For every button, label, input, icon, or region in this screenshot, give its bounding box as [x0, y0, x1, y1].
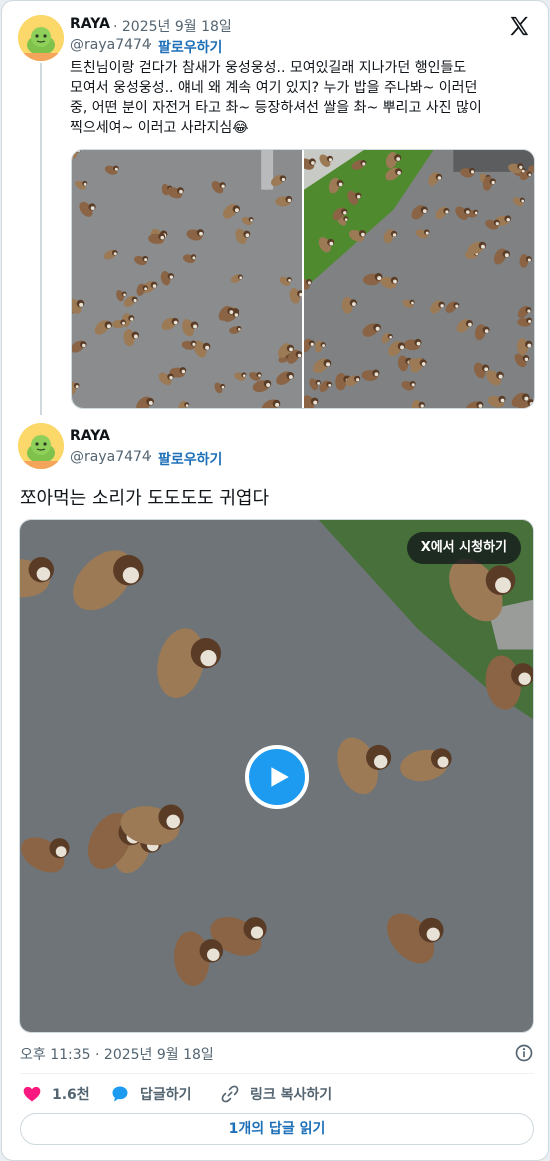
video-player[interactable]: X에서 시청하기	[19, 519, 534, 1033]
follow-button[interactable]: 팔로우하기	[158, 37, 222, 57]
tweet-text-line: 트친님이랑 걷다가 참새가 웅성웅성.. 모여있길래 지나가던 행인들도	[70, 60, 467, 76]
thread-line	[40, 63, 42, 415]
avatar[interactable]	[18, 15, 64, 61]
author-handle[interactable]: @raya7474	[70, 449, 151, 465]
avatar-image	[18, 15, 64, 61]
author-handle[interactable]: @raya7474	[70, 37, 151, 53]
copy-link-button[interactable]: 링크 복사하기	[220, 1083, 332, 1105]
separator-dot: ·	[148, 37, 153, 53]
play-icon	[271, 767, 289, 787]
sparrows-by-grass-photo	[304, 150, 534, 408]
divider	[20, 1073, 534, 1074]
like-button[interactable]: 1.6천	[22, 1083, 90, 1105]
follow-button[interactable]: 팔로우하기	[158, 449, 222, 469]
separator-dot: ·	[148, 449, 153, 465]
heart-icon	[23, 1086, 41, 1102]
avatar[interactable]	[18, 423, 64, 469]
watch-on-x-button[interactable]: X에서 시청하기	[406, 532, 521, 564]
info-icon[interactable]	[514, 1043, 534, 1063]
tweet-text-line: 모여서 웅성웅성.. 얘네 왜 계속 여기 있지? 누가 밥을 주나봐~ 이러던	[70, 80, 478, 96]
tweet-text-line: 찍으세여~ 이러고 사라지심😂	[70, 120, 249, 136]
photo-sparrows-pavement[interactable]	[72, 150, 302, 408]
copy-link-label: 링크 복사하기	[250, 1087, 333, 1103]
avatar-image	[18, 423, 64, 469]
tweet-embed-card: RAYA · 2025년 9월 18일 @raya7474 · 팔로우하기 트친…	[1, 0, 549, 1161]
photo-grid	[71, 149, 535, 409]
read-replies-button[interactable]: 1개의 답글 읽기	[20, 1113, 534, 1145]
author-name[interactable]: RAYA	[70, 428, 110, 444]
tweet-text: 쪼아먹는 소리가 도도도도 귀엽다	[20, 488, 270, 509]
tweet-text: 트친님이랑 걷다가 참새가 웅성웅성.. 모여있길래 지나가던 행인들도 모여서…	[70, 58, 540, 138]
photo-sparrows-grass[interactable]	[304, 150, 534, 408]
tweet-timestamp[interactable]: 오후 11:35 · 2025년 9월 18일	[20, 1044, 214, 1064]
like-count: 1.6천	[52, 1087, 90, 1103]
link-icon	[221, 1085, 239, 1103]
play-button[interactable]	[245, 745, 309, 809]
sparrows-on-pavement-photo	[72, 150, 302, 408]
speech-bubble-icon	[112, 1086, 128, 1102]
tweet-text-line: 중, 어떤 분이 자전거 타고 촤~ 등장하셔선 쌀을 촤~ 뿌리고 사진 많이	[70, 100, 482, 116]
reply-button[interactable]: 답글하기	[110, 1083, 192, 1105]
tweet-date[interactable]: · 2025년 9월 18일	[113, 16, 232, 36]
author-name[interactable]: RAYA	[70, 16, 110, 32]
x-logo-icon[interactable]	[508, 15, 530, 37]
reply-label: 답글하기	[140, 1087, 192, 1103]
